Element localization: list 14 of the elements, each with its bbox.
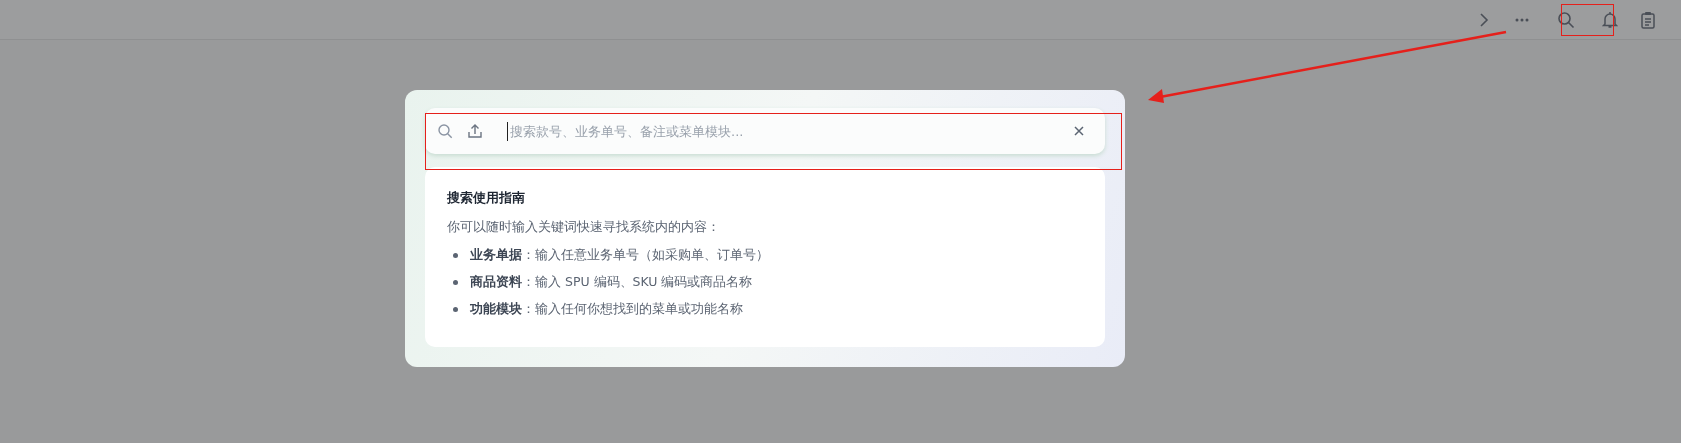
search-bar[interactable]: 搜索款号、业务单号、备注或菜单模块... [425,108,1105,154]
guide-title: 搜索使用指南 [447,189,526,207]
search-icon [437,123,453,139]
bullet-icon [453,307,458,312]
guide-item: 功能模块：输入任何你想找到的菜单或功能名称 [470,301,743,318]
search-field[interactable]: 搜索款号、业务单号、备注或菜单模块... [507,121,1059,141]
close-icon[interactable] [1073,125,1085,137]
bullet-icon [453,280,458,285]
guide-item: 业务单据：输入任意业务单号（如采购单、订单号） [470,247,769,264]
bullet-icon [453,253,458,258]
upload-icon[interactable] [467,123,483,139]
annotation-rectangle [1561,4,1614,36]
guide-intro: 你可以随时输入关键词快速寻找系统内的内容： [447,219,721,236]
guide-item: 商品资料：输入 SPU 编码、SKU 编码或商品名称 [470,274,753,291]
